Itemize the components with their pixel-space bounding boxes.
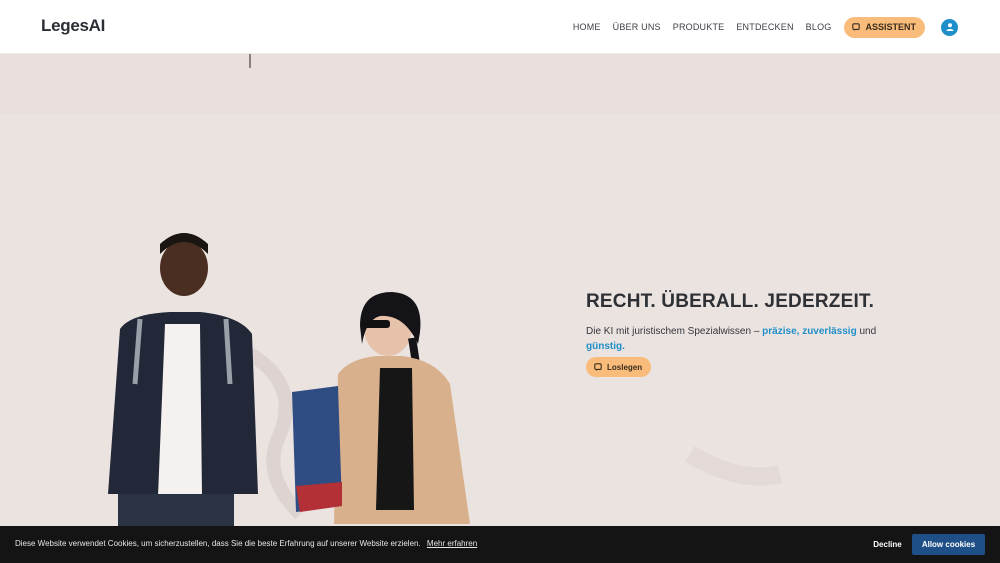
nav-blog[interactable]: BLOG xyxy=(806,22,832,32)
hero-text-intro: Die KI mit juristischem Spezialwissen – xyxy=(586,326,760,337)
decline-cookies-button[interactable]: Decline xyxy=(859,534,916,555)
cookie-banner: Diese Website verwendet Cookies, um sich… xyxy=(0,526,1000,563)
site-header: LegesAI HOME ÜBER UNS PRODUKTE ENTDECKEN… xyxy=(0,0,1000,54)
user-account-button[interactable] xyxy=(941,18,958,36)
highlight-reliable: zuverlässig xyxy=(802,326,857,337)
hero-description: Die KI mit juristischem Spezialwissen – … xyxy=(586,324,906,354)
hero-title: RECHT. ÜBERALL. JEDERZEIT. xyxy=(586,291,875,312)
nav-about[interactable]: ÜBER UNS xyxy=(613,22,661,32)
assistant-label: ASSISTENT xyxy=(865,22,916,32)
nav-home[interactable]: HOME xyxy=(573,22,601,32)
highlight-dot: . xyxy=(622,341,625,352)
main-nav: HOME ÜBER UNS PRODUKTE ENTDECKEN BLOG AS… xyxy=(573,0,958,54)
get-started-button[interactable]: Loslegen xyxy=(586,357,652,377)
nav-discover[interactable]: ENTDECKEN xyxy=(736,22,793,32)
chat-icon xyxy=(594,363,602,371)
logo-text: LegesAI xyxy=(41,16,106,35)
allow-cookies-button[interactable]: Allow cookies xyxy=(912,534,985,555)
get-started-label: Loslegen xyxy=(607,362,643,372)
hero-photo xyxy=(0,54,1000,526)
logo[interactable]: LegesAI xyxy=(41,16,105,36)
cookie-message-container: Diese Website verwendet Cookies, um sich… xyxy=(15,539,477,548)
assistant-button[interactable]: ASSISTENT xyxy=(844,16,925,38)
learn-more-link[interactable]: Mehr erfahren xyxy=(427,539,477,548)
highlight-affordable: günstig xyxy=(586,341,623,352)
highlight-comma: , xyxy=(796,326,800,337)
chat-icon xyxy=(852,23,861,31)
highlight-precise: präzise xyxy=(762,326,797,337)
hero-section: RECHT. ÜBERALL. JEDERZEIT. Die KI mit ju… xyxy=(0,54,1000,526)
hero-text-and: und xyxy=(859,326,877,337)
nav-products[interactable]: PRODUKTE xyxy=(673,22,725,32)
cookie-message: Diese Website verwendet Cookies, um sich… xyxy=(15,539,421,548)
user-icon xyxy=(946,23,953,31)
